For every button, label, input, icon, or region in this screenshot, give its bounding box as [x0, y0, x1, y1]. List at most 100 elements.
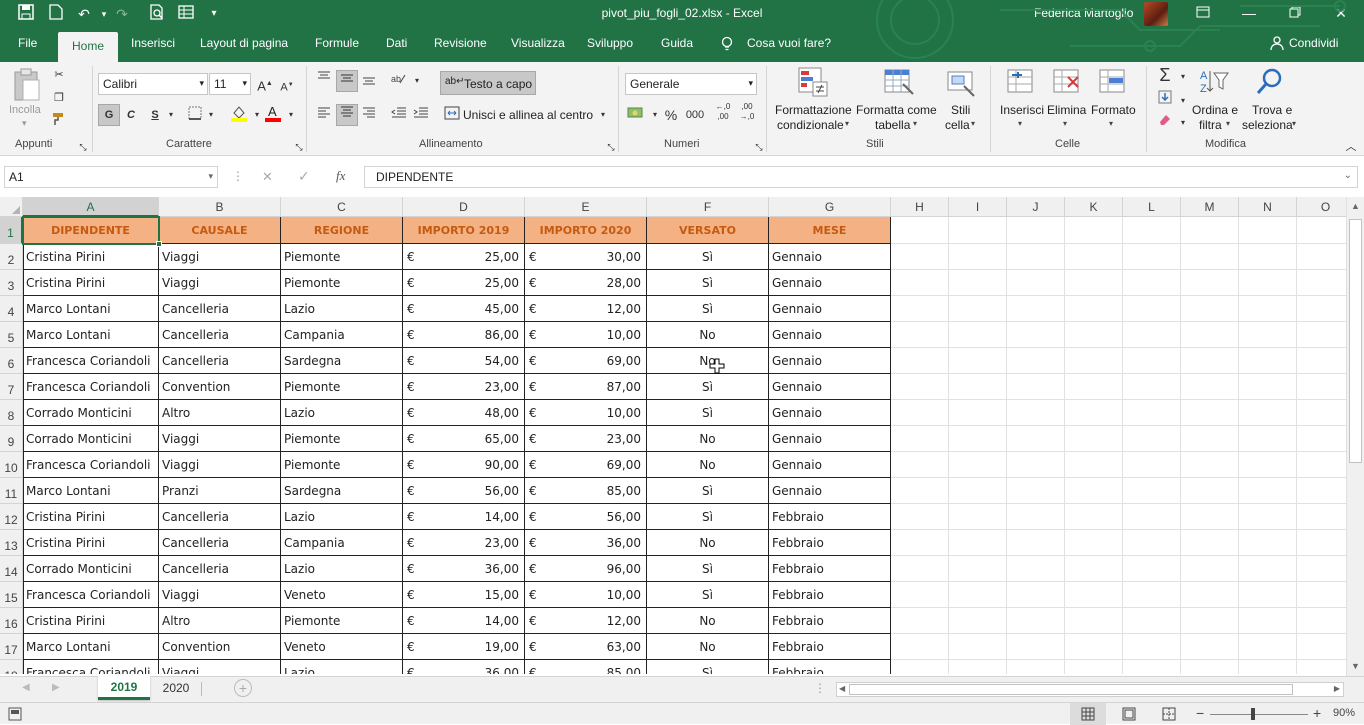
paste-label[interactable]: Incolla — [9, 104, 41, 116]
tab-developer[interactable]: Sviluppo — [587, 36, 633, 50]
header-cell[interactable]: REGIONE — [281, 217, 403, 244]
table-cell[interactable]: €25,00 — [403, 244, 525, 270]
horizontal-scroll-thumb[interactable] — [849, 684, 1293, 695]
grow-font-icon[interactable]: A▲ — [256, 75, 274, 93]
table-cell[interactable]: €10,00 — [525, 582, 647, 608]
table-cell[interactable]: Piemonte — [281, 374, 403, 400]
table-cell[interactable]: €36,00 — [403, 660, 525, 674]
collapse-ribbon-icon[interactable]: ︿ — [1342, 138, 1360, 156]
row-header-12[interactable]: 12 — [0, 504, 23, 530]
table-cell[interactable]: Lazio — [281, 296, 403, 322]
table-cell[interactable]: Sì — [647, 660, 769, 674]
table-cell[interactable]: Corrado Monticini — [23, 556, 159, 582]
header-cell[interactable]: VERSATO — [647, 217, 769, 244]
sort-filter-icon[interactable]: AZ — [1198, 67, 1230, 97]
table-cell[interactable]: €54,00 — [403, 348, 525, 374]
column-header-o[interactable]: O — [1297, 197, 1346, 217]
table-cell[interactable]: Viaggi — [159, 244, 281, 270]
delete-cells-label[interactable]: Elimina — [1047, 103, 1086, 117]
tab-help[interactable]: Guida — [661, 36, 693, 50]
table-cell[interactable]: Lazio — [281, 556, 403, 582]
cell-styles-label-2[interactable]: cella — [945, 118, 970, 132]
table-cell[interactable]: Gennaio — [769, 296, 891, 322]
insert-function-icon[interactable]: fx — [336, 168, 345, 184]
format-cells-label[interactable]: Formato — [1091, 103, 1136, 117]
find-select-label[interactable]: Trova e — [1252, 103, 1292, 117]
table-cell[interactable]: €69,00 — [525, 348, 647, 374]
chevron-down-icon[interactable]: ▾ — [845, 119, 849, 128]
clear-icon[interactable] — [1156, 112, 1174, 130]
table-cell[interactable]: Francesca Coriandoli — [23, 452, 159, 478]
italic-button[interactable]: C — [122, 106, 140, 124]
column-header-e[interactable]: E — [525, 197, 647, 217]
table-cell[interactable]: Veneto — [281, 582, 403, 608]
table-cell[interactable]: €14,00 — [403, 608, 525, 634]
shrink-font-icon[interactable]: A▼ — [278, 76, 296, 94]
chevron-down-icon[interactable]: ▾ — [1174, 92, 1192, 110]
thousands-button[interactable]: 000 — [682, 106, 708, 124]
align-top-icon[interactable] — [315, 70, 333, 88]
horizontal-scrollbar[interactable]: ◀ ▶ — [836, 682, 1344, 697]
row-header-16[interactable]: 16 — [0, 608, 23, 634]
fill-handle[interactable] — [156, 241, 162, 247]
tell-me-search[interactable]: Cosa vuoi fare? — [747, 36, 831, 50]
tab-home[interactable]: Home — [58, 32, 119, 62]
table-cell[interactable]: Viaggi — [159, 582, 281, 608]
format-as-table-icon[interactable] — [883, 66, 915, 98]
row-header-3[interactable]: 3 — [0, 270, 23, 296]
table-cell[interactable]: Cristina Pirini — [23, 270, 159, 296]
vertical-scrollbar[interactable]: ▲ ▼ — [1346, 197, 1364, 676]
table-cell[interactable]: Febbraio — [769, 582, 891, 608]
table-cell[interactable]: Sì — [647, 374, 769, 400]
row-header-11[interactable]: 11 — [0, 478, 23, 504]
table-cell[interactable]: Lazio — [281, 660, 403, 674]
table-cell[interactable]: Convention — [159, 374, 281, 400]
table-cell[interactable]: Cancelleria — [159, 296, 281, 322]
table-cell[interactable]: Campania — [281, 322, 403, 348]
font-name-box[interactable]: Calibri ▾ — [98, 73, 208, 95]
zoom-in-icon[interactable]: + — [1313, 705, 1321, 721]
table-cell[interactable]: €15,00 — [403, 582, 525, 608]
select-all-corner[interactable] — [0, 197, 23, 217]
find-select-icon[interactable] — [1254, 67, 1286, 97]
sheet-tab-2019[interactable]: 2019 — [98, 676, 150, 700]
insert-cells-label[interactable]: Inserisci — [1000, 103, 1044, 117]
share-icon[interactable] — [1270, 36, 1284, 53]
lightbulb-icon[interactable] — [721, 36, 733, 55]
table-cell[interactable]: €48,00 — [403, 400, 525, 426]
chevron-down-icon[interactable]: ▾ — [748, 78, 753, 89]
header-cell[interactable]: IMPORTO 2020 — [525, 217, 647, 244]
autosum-icon[interactable]: Σ — [1156, 66, 1174, 84]
conditional-formatting-label-2[interactable]: condizionale — [777, 118, 844, 132]
table-cell[interactable]: Gennaio — [769, 452, 891, 478]
table-cell[interactable]: Gennaio — [769, 400, 891, 426]
table-cell[interactable]: €14,00 — [403, 504, 525, 530]
table-cell[interactable]: No — [647, 322, 769, 348]
share-button[interactable]: Condividi — [1289, 36, 1338, 50]
table-cell[interactable]: €10,00 — [525, 322, 647, 348]
row-header-17[interactable]: 17 — [0, 634, 23, 660]
table-cell[interactable]: €56,00 — [525, 504, 647, 530]
column-header-g[interactable]: G — [769, 197, 891, 217]
table-cell[interactable]: €10,00 — [525, 400, 647, 426]
table-cell[interactable]: Febbraio — [769, 660, 891, 674]
row-header-15[interactable]: 15 — [0, 582, 23, 608]
bold-button[interactable]: G — [98, 104, 120, 126]
row-header-2[interactable]: 2 — [0, 244, 23, 270]
chevron-down-icon[interactable]: ▾ — [1174, 114, 1192, 132]
table-cell[interactable]: Gennaio — [769, 426, 891, 452]
table-cell[interactable]: Sì — [647, 400, 769, 426]
table-cell[interactable]: €96,00 — [525, 556, 647, 582]
chevron-down-icon[interactable]: ▾ — [199, 78, 204, 89]
table-cell[interactable]: Sì — [647, 270, 769, 296]
page-break-view-icon[interactable] — [1162, 707, 1176, 724]
scroll-down-icon[interactable]: ▼ — [1351, 661, 1360, 671]
table-cell[interactable]: €23,00 — [525, 426, 647, 452]
insert-cells-icon[interactable] — [1006, 67, 1036, 97]
tab-page-layout[interactable]: Layout di pagina — [200, 36, 288, 50]
column-header-m[interactable]: M — [1181, 197, 1239, 217]
table-cell[interactable]: €65,00 — [403, 426, 525, 452]
row-header-13[interactable]: 13 — [0, 530, 23, 556]
table-cell[interactable]: Gennaio — [769, 244, 891, 270]
table-cell[interactable]: Viaggi — [159, 426, 281, 452]
